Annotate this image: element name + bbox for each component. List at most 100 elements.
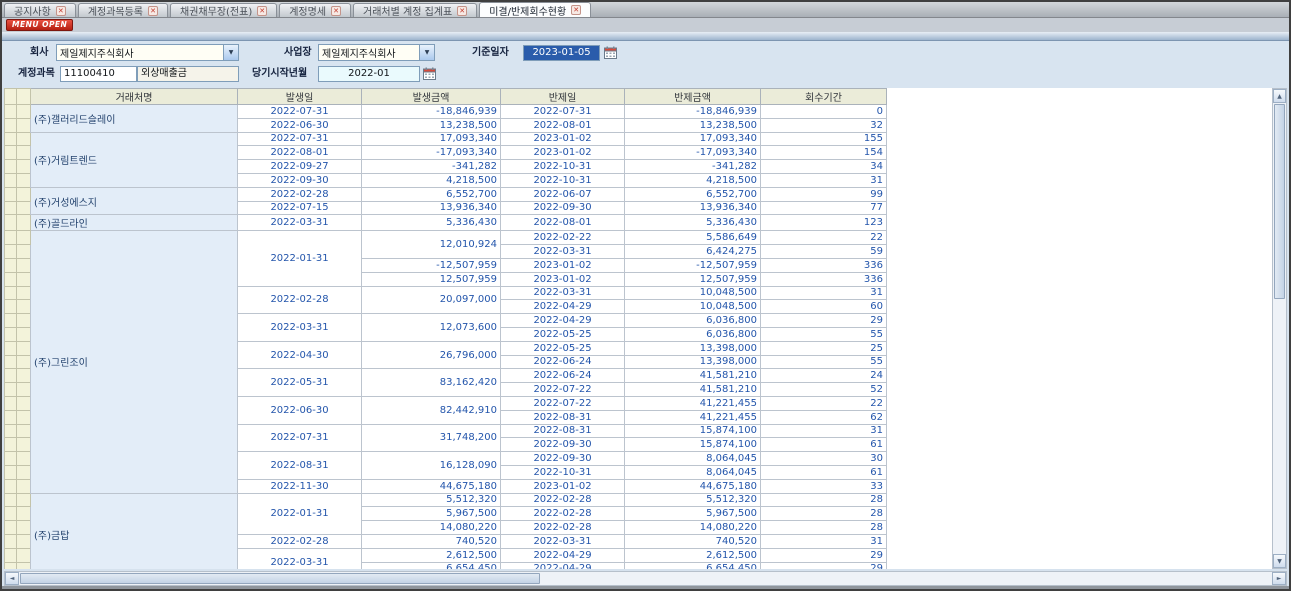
cell-repay-amount[interactable]: 6,424,275: [625, 245, 761, 259]
cell-collection-days[interactable]: 61: [761, 438, 887, 452]
row-selector[interactable]: [17, 187, 31, 201]
row-selector[interactable]: [5, 438, 17, 452]
cell-repay-date[interactable]: 2022-02-28: [501, 493, 625, 507]
cell-customer[interactable]: (주)골드라인: [31, 215, 238, 231]
cell-repay-date[interactable]: 2022-02-22: [501, 231, 625, 245]
cell-collection-days[interactable]: 336: [761, 258, 887, 272]
company-select[interactable]: 제일제지주식회사: [56, 44, 239, 61]
cell-collection-days[interactable]: 31: [761, 534, 887, 548]
cell-collection-days[interactable]: 336: [761, 272, 887, 286]
cell-occur-amount[interactable]: -341,282: [362, 160, 501, 174]
vertical-scrollbar-thumb[interactable]: [1274, 104, 1285, 299]
cell-occur-date[interactable]: 2022-03-31: [238, 314, 362, 342]
scroll-left-icon[interactable]: [5, 572, 19, 585]
cell-collection-days[interactable]: 29: [761, 562, 887, 569]
cell-occur-amount[interactable]: 16,128,090: [362, 452, 501, 480]
cell-repay-amount[interactable]: 5,336,430: [625, 215, 761, 231]
cell-occur-amount[interactable]: 83,162,420: [362, 369, 501, 397]
cell-collection-days[interactable]: 0: [761, 105, 887, 119]
column-header-occur-date[interactable]: 발생일: [238, 89, 362, 105]
cell-occur-date[interactable]: 2022-05-31: [238, 369, 362, 397]
cell-repay-amount[interactable]: 5,512,320: [625, 493, 761, 507]
cell-collection-days[interactable]: 62: [761, 410, 887, 424]
row-selector[interactable]: [5, 258, 17, 272]
row-selector[interactable]: [17, 341, 31, 355]
period-start-input[interactable]: 2022-01: [318, 66, 420, 82]
cell-occur-amount[interactable]: 13,238,500: [362, 118, 501, 132]
cell-repay-date[interactable]: 2022-05-25: [501, 327, 625, 341]
cell-repay-date[interactable]: 2022-10-31: [501, 465, 625, 479]
row-selector[interactable]: [17, 452, 31, 466]
cell-customer[interactable]: (주)금탑: [31, 493, 238, 569]
row-selector[interactable]: [5, 146, 17, 160]
cell-repay-date[interactable]: 2022-09-30: [501, 438, 625, 452]
cell-repay-amount[interactable]: 5,967,500: [625, 507, 761, 521]
row-selector[interactable]: [5, 187, 17, 201]
row-selector[interactable]: [17, 118, 31, 132]
tab-close-icon[interactable]: [457, 6, 467, 16]
menu-open-button[interactable]: MENU OPEN: [6, 19, 73, 31]
cell-repay-date[interactable]: 2022-10-31: [501, 173, 625, 187]
account-code-input[interactable]: 11100410: [60, 66, 137, 82]
row-selector[interactable]: [5, 383, 17, 397]
row-selector[interactable]: [17, 201, 31, 215]
cell-collection-days[interactable]: 29: [761, 548, 887, 562]
cell-occur-date[interactable]: 2022-06-30: [238, 396, 362, 424]
cell-repay-date[interactable]: 2022-06-24: [501, 355, 625, 369]
tab-close-icon[interactable]: [571, 5, 581, 15]
row-selector[interactable]: [5, 410, 17, 424]
cell-collection-days[interactable]: 59: [761, 245, 887, 259]
cell-repay-date[interactable]: 2022-06-07: [501, 187, 625, 201]
cell-occur-date[interactable]: 2022-07-31: [238, 132, 362, 146]
row-selector[interactable]: [5, 272, 17, 286]
row-selector[interactable]: [5, 479, 17, 493]
cell-customer[interactable]: (주)거성에스지: [31, 187, 238, 215]
cell-collection-days[interactable]: 30: [761, 452, 887, 466]
cell-customer[interactable]: (주)갤러리드슬레이: [31, 105, 238, 133]
cell-collection-days[interactable]: 154: [761, 146, 887, 160]
tab-close-icon[interactable]: [257, 6, 267, 16]
cell-repay-date[interactable]: 2022-03-31: [501, 534, 625, 548]
cell-collection-days[interactable]: 25: [761, 341, 887, 355]
tab-notice[interactable]: 공지사항: [4, 3, 76, 17]
cell-occur-amount[interactable]: 12,010,924: [362, 231, 501, 259]
row-selector[interactable]: [17, 424, 31, 438]
cell-repay-amount[interactable]: 13,238,500: [625, 118, 761, 132]
cell-occur-amount[interactable]: 6,552,700: [362, 187, 501, 201]
cell-repay-amount[interactable]: 6,036,800: [625, 327, 761, 341]
row-selector[interactable]: [17, 396, 31, 410]
cell-repay-amount[interactable]: 6,036,800: [625, 314, 761, 328]
cell-occur-date[interactable]: 2022-11-30: [238, 479, 362, 493]
cell-occur-date[interactable]: 2022-08-31: [238, 452, 362, 480]
row-selector[interactable]: [5, 286, 17, 300]
cell-occur-date[interactable]: 2022-02-28: [238, 286, 362, 314]
cell-repay-amount[interactable]: 10,048,500: [625, 300, 761, 314]
row-selector[interactable]: [5, 105, 17, 119]
row-selector[interactable]: [17, 160, 31, 174]
row-selector[interactable]: [17, 383, 31, 397]
cell-collection-days[interactable]: 22: [761, 396, 887, 410]
cell-occur-date[interactable]: 2022-06-30: [238, 118, 362, 132]
row-selector[interactable]: [5, 231, 17, 245]
cell-repay-amount[interactable]: 41,221,455: [625, 396, 761, 410]
row-selector[interactable]: [17, 465, 31, 479]
row-selector[interactable]: [17, 548, 31, 562]
row-selector[interactable]: [5, 465, 17, 479]
cell-occur-date[interactable]: 2022-01-31: [238, 231, 362, 286]
cell-occur-amount[interactable]: 5,967,500: [362, 507, 501, 521]
cell-occur-date[interactable]: 2022-07-31: [238, 424, 362, 452]
cell-occur-date[interactable]: 2022-09-30: [238, 173, 362, 187]
cell-repay-amount[interactable]: 13,398,000: [625, 355, 761, 369]
cell-collection-days[interactable]: 32: [761, 118, 887, 132]
cell-repay-amount[interactable]: 740,520: [625, 534, 761, 548]
horizontal-scrollbar[interactable]: [4, 571, 1287, 586]
cell-repay-amount[interactable]: 12,507,959: [625, 272, 761, 286]
tab-account-registration[interactable]: 계정과목등록: [78, 3, 168, 17]
cell-occur-amount[interactable]: -18,846,939: [362, 105, 501, 119]
cell-collection-days[interactable]: 28: [761, 493, 887, 507]
tab-close-icon[interactable]: [56, 6, 66, 16]
row-selector[interactable]: [17, 258, 31, 272]
calendar-icon[interactable]: [604, 46, 617, 59]
row-selector[interactable]: [5, 507, 17, 521]
cell-occur-date[interactable]: 2022-09-27: [238, 160, 362, 174]
